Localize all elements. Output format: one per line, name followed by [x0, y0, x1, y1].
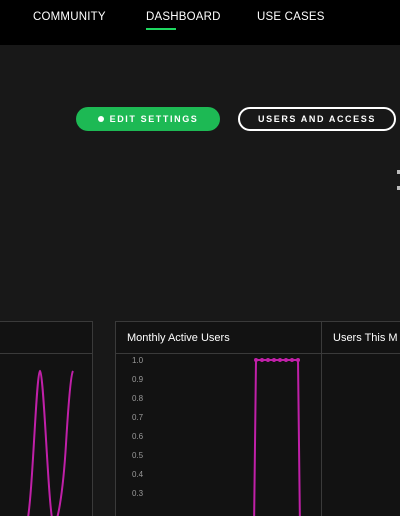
panel-title: Users This M: [322, 322, 400, 354]
left-chart-line: [27, 369, 74, 516]
chart-panel-left: [0, 321, 93, 516]
y-tick-label: 0.5: [132, 451, 144, 460]
users-and-access-button[interactable]: USERS AND ACCESS: [238, 107, 396, 131]
edit-settings-button[interactable]: EDIT SETTINGS: [76, 107, 220, 131]
nav-active-indicator: [146, 28, 176, 30]
series-line: [253, 359, 301, 516]
users-this-month-panel: Users This M: [321, 321, 400, 516]
y-tick-label: 1.0: [132, 356, 144, 365]
data-point: [266, 358, 270, 362]
monthly-active-users-panel: Monthly Active Users 1.0 0.9 0.8 0.7 0.6 0.5 0…: [115, 321, 322, 516]
status-dot-icon: [97, 116, 104, 122]
data-point: [278, 358, 282, 362]
y-tick-label: 0.9: [132, 375, 144, 384]
y-tick-label: 0.6: [132, 432, 144, 441]
data-point: [260, 358, 264, 362]
y-tick-label: 0.3: [132, 489, 144, 498]
left-chart: [27, 369, 74, 516]
users-and-access-label: USERS AND ACCESS: [258, 114, 376, 124]
data-point: [272, 358, 276, 362]
top-navigation: COMMUNITY DASHBOARD USE CASES: [0, 0, 400, 45]
nav-use-cases[interactable]: USE CASES: [257, 11, 325, 23]
data-point: [296, 358, 300, 362]
y-tick-label: 0.8: [132, 394, 144, 403]
data-point: [284, 358, 288, 362]
y-tick-label: 0.7: [132, 413, 144, 422]
data-point: [254, 358, 258, 362]
monthly-active-users-chart: 1.0 0.9 0.8 0.7 0.6 0.5 0.4 0.3: [132, 356, 301, 516]
data-point: [290, 358, 294, 362]
nav-community[interactable]: COMMUNITY: [33, 11, 106, 23]
nav-dashboard[interactable]: DASHBOARD: [146, 11, 221, 23]
y-tick-label: 0.4: [132, 470, 144, 479]
panel-title: Monthly Active Users: [116, 322, 321, 354]
panel-title: [0, 322, 92, 354]
edit-settings-label: EDIT SETTINGS: [109, 114, 199, 124]
